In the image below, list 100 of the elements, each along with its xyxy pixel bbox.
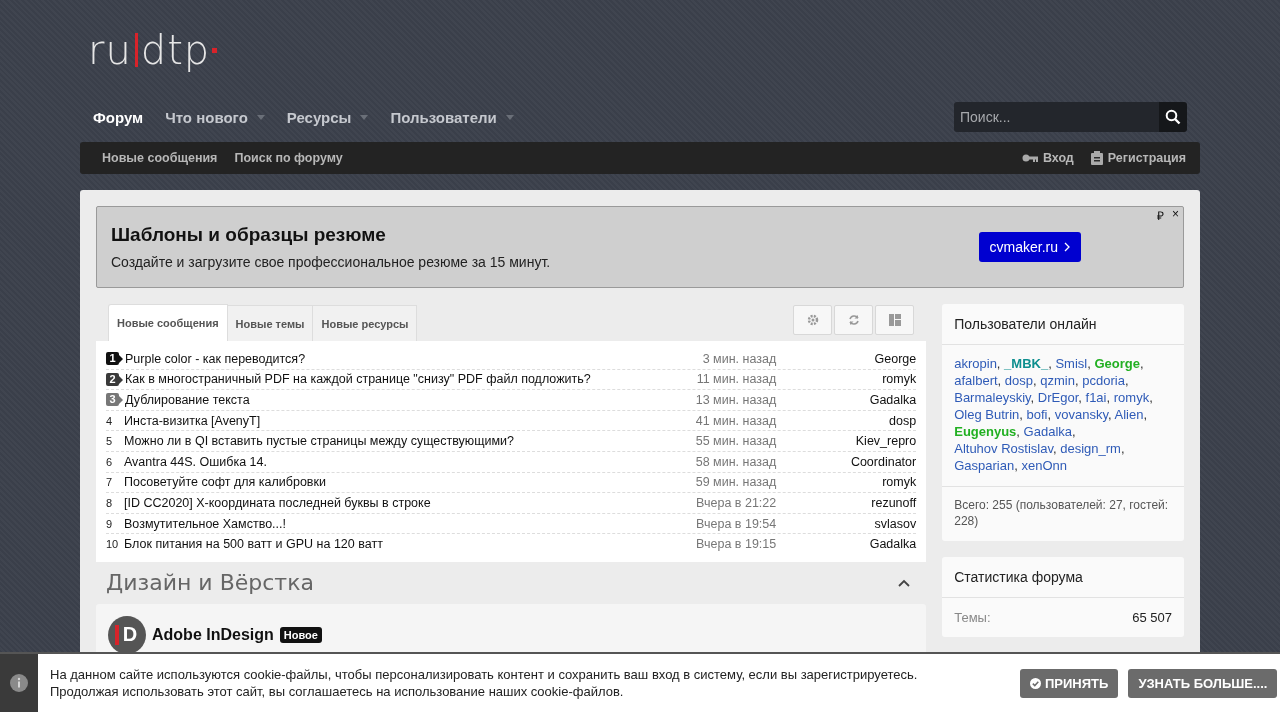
layout-button[interactable] [875, 305, 915, 335]
ad-text: Создайте и загрузите свое профессиональное резюме за 15 минут. [111, 254, 552, 270]
topic-author[interactable]: romyk [776, 372, 917, 387]
separator-text: , [997, 373, 1002, 388]
topic-author[interactable]: Kiev_repro [776, 434, 917, 449]
settings-button[interactable] [793, 305, 833, 335]
tab[interactable]: Новые сообщения [108, 304, 228, 341]
gear-icon [806, 314, 819, 326]
key-icon [1021, 154, 1038, 162]
section-title[interactable]: Дизайн и Вёрстка [106, 570, 314, 596]
forum-link[interactable]: Adobe InDesign [152, 625, 274, 644]
chevron-icon [1064, 242, 1070, 252]
user-link[interactable]: Altuhov Rostislav [954, 441, 1053, 456]
topic-link[interactable]: Блок питания на 500 ватт и GPU на 120 ватт [124, 537, 667, 552]
topic-time: Вчера в 21:22 [695, 495, 777, 510]
topic-link[interactable]: Avantra 44S. Ошибка 14. [124, 454, 667, 469]
separator-text: , [996, 356, 1001, 371]
user-link[interactable]: f1ai [1085, 390, 1107, 405]
refresh-button[interactable] [834, 305, 874, 335]
topic-time: 58 мин. назад [694, 454, 777, 469]
separator-text: , [1120, 441, 1125, 456]
register-link[interactable]: Регистрация [1107, 151, 1186, 165]
topic-link[interactable]: Как в многостраничный PDF на каждой странице "снизу" PDF файл подложить? [125, 372, 667, 387]
separator-text: , [1016, 424, 1020, 439]
caret-icon[interactable] [505, 114, 514, 120]
topic-time: Вчера в 19:54 [695, 516, 777, 531]
subnav-link[interactable]: Поиск по форуму [234, 151, 343, 165]
user-link[interactable]: afalbert [954, 373, 998, 388]
rank-number: 4 [106, 414, 114, 427]
topic-link[interactable]: Возмутительное Хамство...! [124, 516, 667, 531]
ad-mark: ₽ [1157, 208, 1164, 224]
user-link[interactable]: vovansky [1054, 407, 1108, 422]
rank-number: 10 [106, 538, 119, 551]
check-icon [1030, 677, 1041, 689]
separator-text: , [1019, 407, 1023, 422]
close-button[interactable]: × [1172, 207, 1179, 224]
user-link[interactable]: design_rm [1060, 441, 1121, 456]
separator-text: , [1124, 373, 1129, 388]
block-title: Статистика форума [942, 557, 1184, 598]
clipboard-icon [1090, 151, 1103, 165]
user-link[interactable]: Barmaleyskiy [954, 390, 1031, 405]
separator-text: , [1140, 356, 1144, 371]
rank-number: 5 [106, 435, 114, 448]
caret-icon[interactable] [360, 114, 369, 120]
search-field[interactable]: Поиск... [954, 102, 1159, 132]
ad-button[interactable]: cvmaker.ru [978, 232, 1081, 262]
user-link[interactable]: Gadalka [1023, 424, 1072, 439]
user-link[interactable]: akropin [954, 356, 997, 371]
subnav-link[interactable]: Новые сообщения [102, 151, 218, 165]
topic-time: 11 мин. назад [695, 372, 777, 387]
user-link[interactable]: qzmin [1040, 373, 1075, 388]
topic-link[interactable]: Посоветуйте софт для калибровки [124, 475, 667, 490]
separator-text: , [1072, 424, 1076, 439]
online-total: Всего: 255 (пользователей: 27, гостей: 228) [953, 497, 1170, 530]
topic-author[interactable]: rezunoff [776, 495, 917, 510]
separator-text: , [1149, 390, 1153, 405]
learn-more-button[interactable]: УЗНАТЬ БОЛЬШЕ.... [1128, 668, 1278, 698]
topic-link[interactable]: [ID CC2020] X-координата последней буквы в строке [124, 495, 667, 510]
rank-number: 9 [106, 517, 114, 530]
topic-link[interactable]: Инста-визитка [AvenyT] [124, 413, 667, 428]
separator-text: , [1075, 373, 1079, 388]
topic-link[interactable]: Purple color - как переводится? [125, 351, 667, 366]
caret-icon[interactable] [256, 114, 265, 120]
accept-button[interactable]: ПРИНЯТЬ [1020, 668, 1119, 698]
user-link[interactable]: pcdoria [1082, 373, 1125, 388]
topic-author[interactable]: George [776, 351, 917, 366]
topic-time: 59 мин. назад [694, 475, 777, 490]
topic-time: Вчера в 19:15 [695, 537, 777, 552]
topic-author[interactable]: Gadalka [776, 537, 917, 552]
nav-tab[interactable]: Пользователи [390, 108, 514, 126]
nav-tab[interactable]: Что нового [165, 108, 265, 126]
topic-time: 55 мин. назад [694, 434, 777, 449]
user-link[interactable]: xenOnn [1021, 458, 1067, 473]
topic-link[interactable]: Дублирование текста [125, 393, 667, 407]
refresh-icon [847, 314, 860, 326]
topic-link[interactable]: Можно ли в QI вставить пустые страницы между существующими? [124, 434, 667, 449]
login-link[interactable]: Вход [1042, 151, 1074, 165]
nav-tab[interactable]: Ресурсы [286, 108, 369, 126]
separator-text: , [1087, 356, 1091, 371]
nav-tab[interactable]: Форум [93, 108, 144, 126]
user-link[interactable]: DrEgor [1037, 390, 1079, 405]
separator-text: , [1078, 390, 1082, 405]
ad-title: Шаблоны и образцы резюме [111, 224, 387, 246]
separator-text: , [1143, 407, 1148, 422]
topic-author[interactable]: Gadalka [776, 393, 917, 407]
topic-author[interactable]: Coordinator [776, 454, 917, 469]
collapse-icon[interactable] [898, 578, 911, 587]
topic-author[interactable]: romyk [776, 475, 917, 490]
tab[interactable]: Новые темы [227, 305, 314, 341]
stat-label: Темы: [954, 610, 991, 625]
site-logo[interactable]: ru dtp [88, 22, 218, 78]
block-title: Пользователи онлайн [942, 304, 1184, 345]
topic-time: 3 мин. назад [701, 351, 777, 366]
topic-author[interactable]: dosp [776, 413, 917, 428]
search-icon[interactable] [1159, 102, 1187, 132]
topic-author[interactable]: svlasov [776, 516, 917, 531]
info-icon [10, 674, 28, 692]
separator-text: , [1014, 458, 1018, 473]
tab[interactable]: Новые ресурсы [313, 305, 418, 341]
forum-icon: D [108, 615, 146, 654]
